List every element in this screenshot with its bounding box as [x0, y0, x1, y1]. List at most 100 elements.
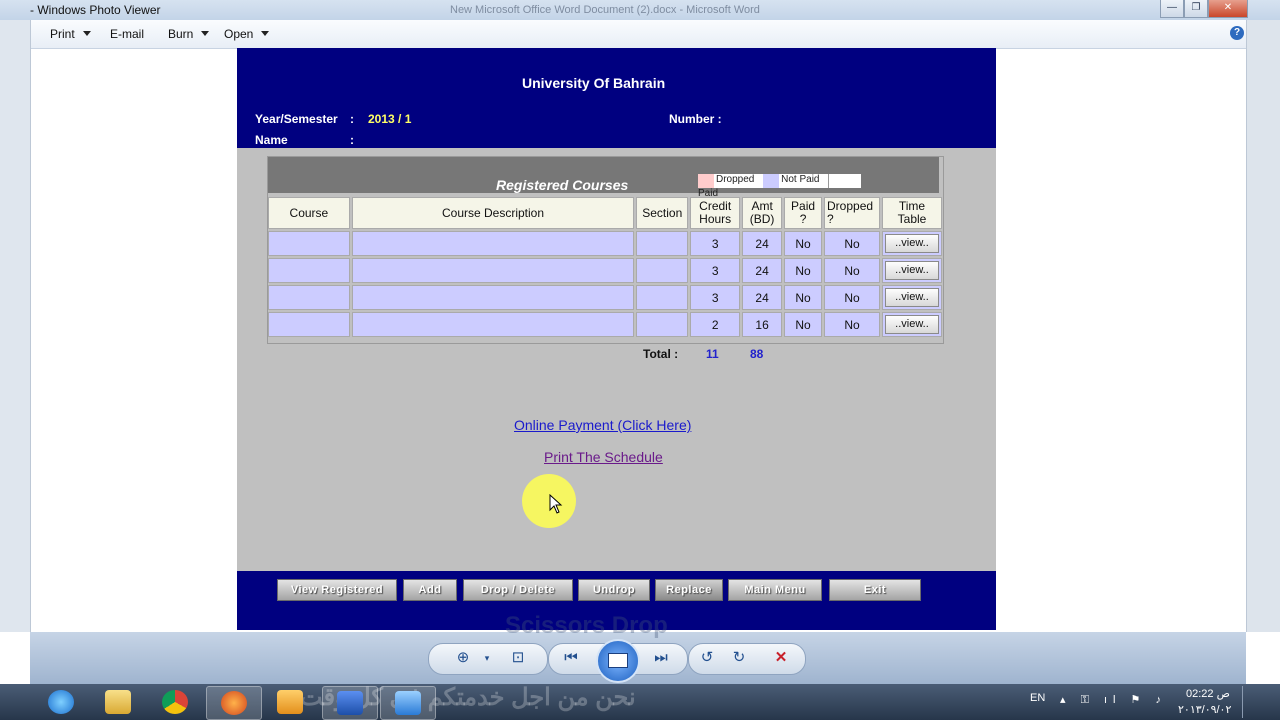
minimize-button[interactable]: — — [1160, 0, 1184, 18]
background-window-title: New Microsoft Office Word Document (2).d… — [450, 4, 760, 16]
cell-dropped: No — [824, 285, 880, 310]
menu-bar: Print E-mail Burn Open — [30, 20, 1250, 49]
language-indicator[interactable]: EN — [1030, 692, 1045, 704]
word-icon[interactable] — [322, 686, 378, 720]
actual-size-icon[interactable]: ⊡ — [507, 647, 529, 669]
photo-viewer-icon[interactable] — [380, 686, 436, 720]
registered-courses-table: Course Course Description Section Credit… — [266, 195, 944, 339]
legend-paid-swatch — [828, 174, 846, 188]
previous-icon[interactable]: ⏮ — [560, 647, 582, 669]
chrome-icon[interactable] — [148, 686, 202, 718]
cell-course — [268, 231, 350, 256]
table-row: 3 24 No No ..view.. — [268, 285, 942, 310]
menu-open-label: Open — [224, 27, 254, 41]
cell-paid: No — [784, 258, 823, 283]
col-description: Course Description — [351, 197, 635, 229]
cell-timetable: ..view.. — [881, 285, 942, 310]
menu-open[interactable]: Open — [224, 27, 270, 41]
slideshow-icon[interactable] — [596, 639, 640, 683]
table-row: 2 16 No No ..view.. — [268, 312, 942, 337]
total-label: Total : — [643, 347, 679, 361]
registered-courses-title: Registered Courses — [496, 177, 629, 193]
legend-notpaid-swatch — [763, 174, 780, 188]
cell-credit: 3 — [690, 258, 741, 283]
name-label: Name — [255, 133, 288, 147]
name-colon: : — [350, 133, 354, 147]
chevron-down-icon — [261, 31, 270, 36]
legend-dropped-swatch — [698, 174, 714, 188]
replace-button[interactable]: Replace — [655, 579, 723, 601]
cell-description — [351, 285, 635, 310]
table-header-row: Course Course Description Section Credit… — [268, 197, 942, 229]
tray-icons[interactable]: ▴ ⚿ ıl ⚑ ♪ — [1060, 693, 1167, 707]
cell-section — [636, 312, 689, 337]
file-explorer-icon[interactable] — [91, 686, 145, 718]
cell-description — [351, 312, 635, 337]
year-semester-label: Year/Semester — [255, 112, 338, 126]
chevron-down-icon — [201, 31, 210, 36]
cell-paid: No — [784, 312, 823, 337]
exit-button[interactable]: Exit — [829, 579, 921, 601]
cell-credit: 2 — [690, 312, 741, 337]
registered-courses-header: Registered Courses Dropped Not Paid Paid — [268, 157, 939, 199]
col-dropped: Dropped ? — [824, 197, 880, 229]
clock-time[interactable]: 02:22 ص — [1186, 687, 1230, 700]
legend: Dropped Not Paid Paid — [698, 174, 861, 199]
clock-date[interactable]: ٢٠١٣/٠٩/٠٢ — [1178, 703, 1231, 716]
cell-dropped: No — [824, 231, 880, 256]
cell-description — [351, 231, 635, 256]
undrop-button[interactable]: Undrop — [578, 579, 650, 601]
cell-course — [268, 258, 350, 283]
cell-timetable: ..view.. — [881, 231, 942, 256]
cell-course — [268, 285, 350, 310]
cell-course — [268, 312, 350, 337]
col-paid: Paid ? — [784, 197, 823, 229]
col-time-table: Time Table — [881, 197, 942, 229]
view-registered-button[interactable]: View Registered — [277, 579, 397, 601]
number-label: Number : — [669, 112, 722, 126]
cell-dropped: No — [824, 258, 880, 283]
cell-amount: 24 — [742, 285, 783, 310]
menu-email[interactable]: E-mail — [110, 27, 144, 41]
cell-paid: No — [784, 285, 823, 310]
view-timetable-button[interactable]: ..view.. — [884, 288, 939, 307]
cell-amount: 24 — [742, 258, 783, 283]
next-icon[interactable]: ⏭ — [650, 647, 672, 669]
view-timetable-button[interactable]: ..view.. — [884, 315, 939, 334]
delete-icon[interactable]: ✕ — [770, 647, 792, 669]
view-timetable-button[interactable]: ..view.. — [884, 234, 939, 253]
print-schedule-link[interactable]: Print The Schedule — [544, 449, 663, 465]
col-credit-hours: Credit Hours — [690, 197, 741, 229]
online-payment-link[interactable]: Online Payment (Click Here) — [514, 417, 691, 433]
window-title: - Windows Photo Viewer — [30, 3, 161, 17]
media-player-icon[interactable] — [263, 686, 317, 718]
chevron-down-icon[interactable]: ▾ — [476, 647, 498, 669]
help-icon[interactable]: ? — [1230, 26, 1244, 40]
cell-section — [636, 285, 689, 310]
chevron-down-icon — [82, 31, 91, 36]
col-amount: Amt (BD) — [742, 197, 783, 229]
cell-paid: No — [784, 231, 823, 256]
cell-description — [351, 258, 635, 283]
total-credit-hours: 11 — [706, 347, 719, 361]
year-semester-colon: : — [350, 112, 354, 126]
menu-burn[interactable]: Burn — [168, 27, 210, 41]
table-row: 3 24 No No ..view.. — [268, 231, 942, 256]
add-button[interactable]: Add — [403, 579, 457, 601]
maximize-button[interactable]: ❐ — [1184, 0, 1208, 18]
rotate-right-icon[interactable]: ↻ — [728, 647, 750, 669]
view-timetable-button[interactable]: ..view.. — [884, 261, 939, 280]
rotate-left-icon[interactable]: ↺ — [696, 647, 718, 669]
menu-email-label: E-mail — [110, 27, 145, 41]
main-menu-button[interactable]: Main Menu — [728, 579, 822, 601]
internet-explorer-icon[interactable] — [34, 686, 88, 718]
cell-credit: 3 — [690, 231, 741, 256]
year-semester-value: 2013 / 1 — [368, 112, 412, 126]
close-button[interactable]: ✕ — [1208, 0, 1248, 18]
university-title: University Of Bahrain — [522, 75, 666, 91]
show-desktop-button[interactable] — [1242, 686, 1249, 718]
drop-delete-button[interactable]: Drop / Delete — [463, 579, 573, 601]
firefox-icon[interactable] — [206, 686, 262, 720]
menu-print[interactable]: Print — [50, 27, 91, 41]
zoom-icon[interactable]: ⊕ — [452, 647, 474, 669]
